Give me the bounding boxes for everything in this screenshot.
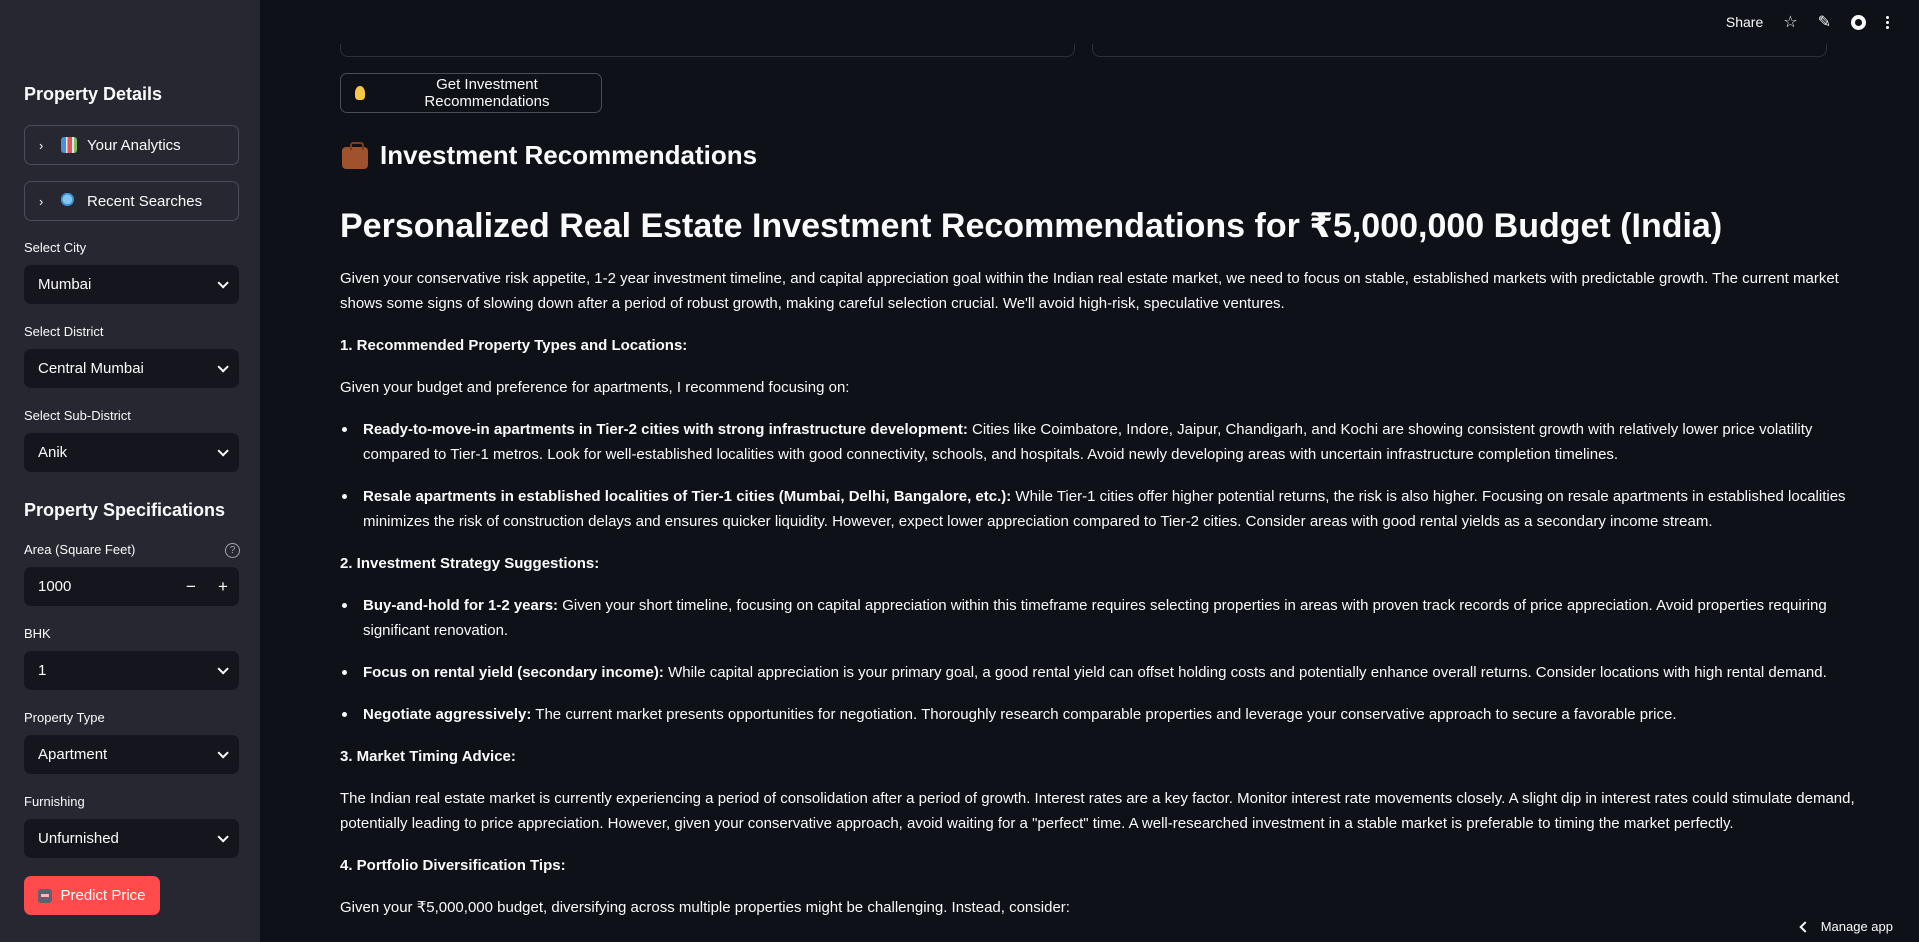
market-timing-paragraph: The Indian real estate market is current… (340, 790, 1855, 832)
district-label: Select District (24, 324, 104, 339)
analytics-expander[interactable]: › Your Analytics (24, 125, 239, 165)
recommendation-body: Given your conservative risk appetite, 1… (340, 266, 1880, 937)
property-type-label: Property Type (24, 710, 105, 725)
star-icon[interactable]: ☆ (1783, 12, 1797, 32)
section-heading: 2. Investment Strategy Suggestions: (340, 555, 600, 572)
chevron-down-icon (217, 662, 229, 675)
container-edge (1092, 44, 1827, 57)
subdistrict-label: Select Sub-District (24, 408, 131, 423)
strategy-list: Buy-and-hold for 1-2 years: Given your s… (342, 593, 1880, 727)
chevron-right-icon: › (39, 137, 44, 153)
top-toolbar: Share ☆ ✎ (1726, 12, 1889, 32)
help-icon[interactable]: ? (225, 543, 240, 558)
github-icon[interactable] (1851, 14, 1866, 30)
furnishing-select-value: Unfurnished (38, 830, 119, 847)
share-button[interactable]: Share (1726, 14, 1763, 30)
chevron-down-icon (217, 444, 229, 457)
more-menu-icon[interactable] (1886, 15, 1889, 29)
chevron-down-icon (217, 276, 229, 289)
section-heading: 1. Recommended Property Types and Locati… (340, 337, 688, 354)
list-item: Buy-and-hold for 1-2 years: Given your s… (342, 593, 1880, 643)
recommendations-heading: Investment Recommendations (342, 140, 757, 171)
list-item: Negotiate aggressively: The current mark… (342, 702, 1880, 727)
predict-price-button[interactable]: Predict Price (24, 876, 160, 915)
city-label: Select City (24, 240, 87, 255)
chevron-down-icon (217, 360, 229, 373)
section-heading: 4. Portfolio Diversification Tips: (340, 857, 566, 874)
get-recommendations-label: Get Investment Recommendations (424, 76, 550, 110)
briefcase-icon (342, 141, 368, 169)
decrement-button[interactable]: − (175, 567, 207, 606)
main-content: Share ☆ ✎ Get Investment Recommendations… (260, 0, 1919, 942)
district-select[interactable]: Central Mumbai (24, 349, 239, 388)
edit-icon[interactable]: ✎ (1818, 12, 1831, 32)
chart-icon (61, 137, 77, 153)
bhk-label: BHK (24, 626, 51, 641)
specifications-title: Property Specifications (24, 500, 226, 520)
manage-app-button[interactable]: Manage app (1799, 919, 1893, 934)
recent-searches-expander-label: Recent Searches (87, 192, 203, 210)
chevron-right-icon: › (39, 193, 44, 209)
subdistrict-select[interactable]: Anik (24, 433, 239, 472)
furnishing-label: Furnishing (24, 794, 85, 809)
sidebar-title: Property Details (24, 84, 163, 104)
get-recommendations-button[interactable]: Get Investment Recommendations (340, 73, 602, 113)
container-edge (340, 44, 1075, 57)
page-title: Personalized Real Estate Investment Reco… (340, 207, 1723, 245)
analytics-expander-label: Your Analytics (87, 136, 181, 154)
city-select-value: Mumbai (38, 276, 92, 293)
area-value[interactable]: 1000 (24, 578, 175, 595)
robot-icon (38, 888, 53, 903)
chevron-left-icon (1799, 920, 1811, 933)
city-select[interactable]: Mumbai (24, 265, 239, 304)
diversification-paragraph: Given your ₹5,000,000 budget, diversifyi… (340, 899, 1070, 916)
bhk-select[interactable]: 1 (24, 651, 239, 690)
property-type-select[interactable]: Apartment (24, 735, 239, 774)
recommendations-heading-text: Investment Recommendations (380, 140, 758, 170)
property-type-select-value: Apartment (38, 746, 108, 763)
lightbulb-icon (355, 86, 365, 100)
list-item: Resale apartments in established localit… (342, 484, 1880, 534)
property-types-list: Ready-to-move-in apartments in Tier-2 ci… (342, 417, 1880, 534)
magnifier-icon (61, 193, 77, 209)
sidebar: Property Details › Your Analytics › Rece… (0, 0, 260, 942)
increment-button[interactable]: + (207, 567, 239, 606)
manage-app-label: Manage app (1820, 919, 1893, 934)
list-item: Ready-to-move-in apartments in Tier-2 ci… (342, 417, 1880, 467)
subdistrict-select-value: Anik (38, 444, 68, 461)
district-select-value: Central Mumbai (38, 360, 144, 377)
chevron-down-icon (217, 830, 229, 843)
area-label: Area (Square Feet) (24, 542, 136, 557)
area-number-input[interactable]: 1000 − + (24, 567, 239, 606)
bhk-select-value: 1 (38, 662, 47, 679)
list-item: Focus on rental yield (secondary income)… (342, 660, 1880, 685)
recent-searches-expander[interactable]: › Recent Searches (24, 181, 239, 221)
chevron-down-icon (217, 746, 229, 759)
furnishing-select[interactable]: Unfurnished (24, 819, 239, 858)
intro-paragraph: Given your conservative risk appetite, 1… (340, 270, 1839, 312)
predict-price-label: Predict Price (60, 887, 146, 904)
section-heading: 3. Market Timing Advice: (340, 748, 516, 765)
section-intro: Given your budget and preference for apa… (340, 379, 850, 396)
